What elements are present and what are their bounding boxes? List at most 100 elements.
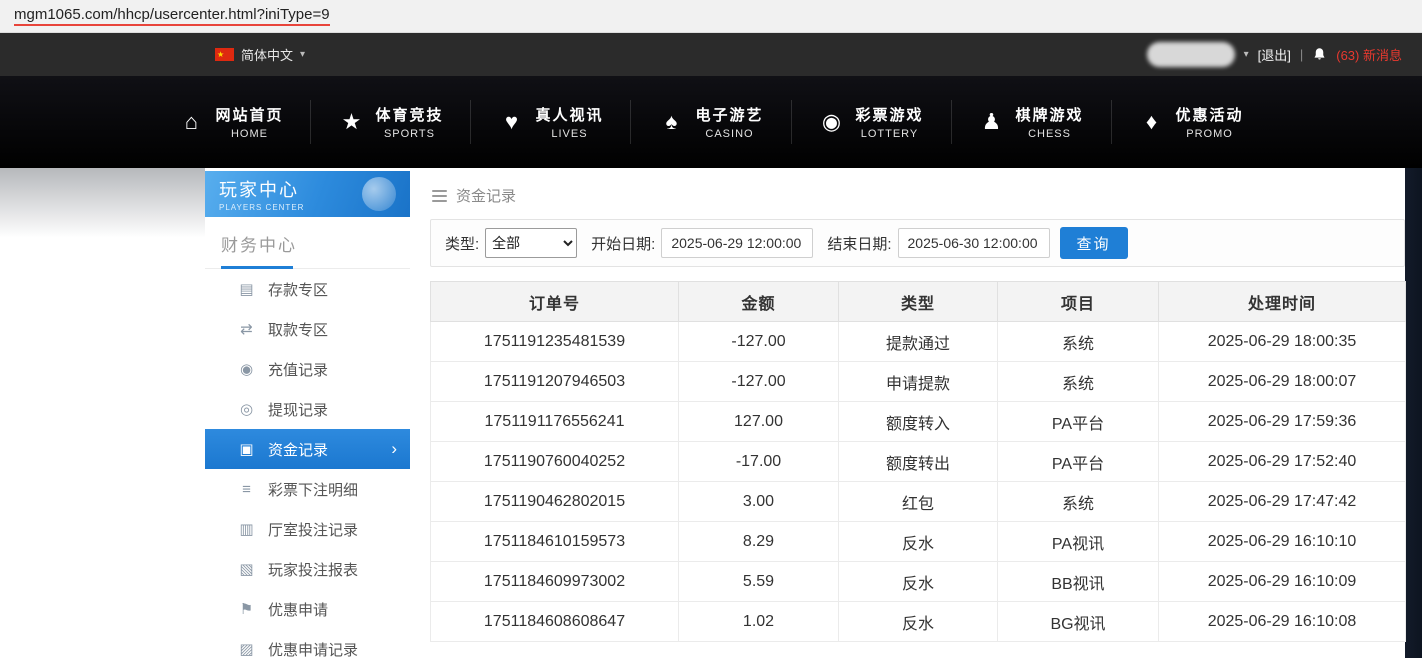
cell-amount: -127.00 xyxy=(679,322,839,362)
messages-link[interactable]: (63) 新消息 xyxy=(1336,45,1402,64)
cell-type: 反水 xyxy=(839,602,998,642)
promo-record-icon: ▨ xyxy=(238,640,255,658)
report-icon: ▧ xyxy=(238,560,255,578)
sidebar-item-label: 优惠申请 xyxy=(268,599,328,620)
sidebar-item-funds-log[interactable]: ▣ 资金记录 › xyxy=(205,429,410,469)
nav-item-home[interactable]: ⌂ 网站首页HOME xyxy=(151,100,310,144)
cell-type: 提款通过 xyxy=(839,322,998,362)
language-label: 简体中文 xyxy=(241,45,293,64)
col-order-id: 订单号 xyxy=(431,282,679,322)
cell-amount: 1.02 xyxy=(679,602,839,642)
cell-order-id: 1751191176556241 xyxy=(431,402,679,442)
cell-amount: 8.29 xyxy=(679,522,839,562)
type-label: 类型: xyxy=(445,233,479,254)
nav-item-lives[interactable]: ♥ 真人视讯LIVES xyxy=(470,100,630,144)
messages-label: 新消息 xyxy=(1363,48,1402,63)
table-row: 1751184610159573 8.29 反水 PA视讯 2025-06-29… xyxy=(431,522,1406,562)
cell-project: PA视讯 xyxy=(998,522,1159,562)
nav-label: 电子游艺 xyxy=(695,104,763,125)
col-amount: 金额 xyxy=(679,282,839,322)
cell-type: 反水 xyxy=(839,522,998,562)
nav-item-sports[interactable]: ★ 体育竞技SPORTS xyxy=(310,100,470,144)
nav-item-promo[interactable]: ♦ 优惠活动PROMO xyxy=(1111,100,1271,144)
sidebar-item-withdraw-log[interactable]: ◎ 提现记录 xyxy=(205,389,410,429)
filter-panel: 类型: 全部 开始日期: 结束日期: 查询 xyxy=(430,219,1405,267)
cell-project: BG视讯 xyxy=(998,602,1159,642)
nav-item-casino[interactable]: ♠ 电子游艺CASINO xyxy=(630,100,790,144)
start-date-input[interactable] xyxy=(661,228,813,258)
page-url[interactable]: mgm1065.com/hhcp/usercenter.html?iniType… xyxy=(14,6,330,26)
chevron-down-icon: ▾ xyxy=(300,49,305,60)
sidebar-item-promo-record[interactable]: ▨ 优惠申请记录 xyxy=(205,629,410,658)
chevron-right-icon: › xyxy=(391,439,397,459)
end-date-input[interactable] xyxy=(898,228,1050,258)
sidebar-item-label: 取款专区 xyxy=(268,319,328,340)
cell-amount: 127.00 xyxy=(679,402,839,442)
browser-url-bar[interactable]: mgm1065.com/hhcp/usercenter.html?iniType… xyxy=(0,0,1422,33)
sidebar-item-withdraw-zone[interactable]: ⇄ 取款专区 xyxy=(205,309,410,349)
sidebar-item-label: 提现记录 xyxy=(268,399,328,420)
funds-icon: ▣ xyxy=(238,440,255,458)
sidebar-item-player-report[interactable]: ▧ 玩家投注报表 xyxy=(205,549,410,589)
language-selector[interactable]: ★ 简体中文 ▾ xyxy=(215,45,305,64)
page: mgm1065.com/hhcp/usercenter.html?iniType… xyxy=(0,0,1422,658)
nav-sublabel: LIVES xyxy=(551,128,587,140)
sidebar-item-promo-apply[interactable]: ⚑ 优惠申请 xyxy=(205,589,410,629)
sidebar-item-lottery-bets[interactable]: ≡ 彩票下注明细 xyxy=(205,469,410,509)
menu-icon xyxy=(432,190,447,202)
recharge-icon: ◉ xyxy=(238,360,255,378)
sidebar-item-hall-bets[interactable]: ▥ 厅室投注记录 xyxy=(205,509,410,549)
cell-amount: 5.59 xyxy=(679,562,839,602)
cell-project: 系统 xyxy=(998,482,1159,522)
divider: | xyxy=(1300,47,1303,62)
sidebar: 玩家中心 PLAYERS CENTER 财务中心 ▤ 存款专区 ⇄ 取款专区 ◉… xyxy=(205,171,410,658)
sidebar-item-label: 存款专区 xyxy=(268,279,328,300)
promo-apply-icon: ⚑ xyxy=(238,600,255,618)
start-date-label: 开始日期: xyxy=(591,233,655,254)
china-flag-icon: ★ xyxy=(215,48,234,61)
nav-sublabel: PROMO xyxy=(1186,128,1233,140)
nav-sublabel: SPORTS xyxy=(384,128,435,140)
table-row: 1751190462802015 3.00 红包 系统 2025-06-29 1… xyxy=(431,482,1406,522)
cell-order-id: 1751184608608647 xyxy=(431,602,679,642)
chevron-down-icon[interactable]: ▾ xyxy=(1244,49,1249,60)
col-type: 类型 xyxy=(839,282,998,322)
cell-type: 红包 xyxy=(839,482,998,522)
sidebar-item-label: 优惠申请记录 xyxy=(268,639,358,658)
cell-type: 额度转入 xyxy=(839,402,998,442)
chess-icon: ♟ xyxy=(979,109,1005,135)
sidebar-item-deposit[interactable]: ▤ 存款专区 xyxy=(205,269,410,309)
gift-icon: ♦ xyxy=(1139,109,1165,135)
cell-order-id: 1751184609973002 xyxy=(431,562,679,602)
nav-label: 体育竞技 xyxy=(375,104,443,125)
cell-project: 系统 xyxy=(998,322,1159,362)
page-title: 资金记录 xyxy=(456,185,516,206)
breadcrumb: 资金记录 xyxy=(430,168,1405,219)
cell-time: 2025-06-29 16:10:09 xyxy=(1159,562,1406,602)
nav-item-chess[interactable]: ♟ 棋牌游戏CHESS xyxy=(951,100,1111,144)
logout-link[interactable]: [退出] xyxy=(1258,45,1291,64)
cell-amount: -17.00 xyxy=(679,442,839,482)
username-blurred[interactable] xyxy=(1147,42,1235,67)
cell-order-id: 1751191235481539 xyxy=(431,322,679,362)
lottery-icon: ◉ xyxy=(819,109,845,135)
nav-item-lottery[interactable]: ◉ 彩票游戏LOTTERY xyxy=(791,100,951,144)
cell-time: 2025-06-29 16:10:08 xyxy=(1159,602,1406,642)
cell-time: 2025-06-29 17:52:40 xyxy=(1159,442,1406,482)
col-project: 项目 xyxy=(998,282,1159,322)
cell-time: 2025-06-29 18:00:35 xyxy=(1159,322,1406,362)
cell-order-id: 1751191207946503 xyxy=(431,362,679,402)
type-select[interactable]: 全部 xyxy=(485,228,577,258)
search-button[interactable]: 查询 xyxy=(1060,227,1128,259)
sidebar-title: 玩家中心 xyxy=(219,176,410,202)
account-bar: ★ 简体中文 ▾ ▾ [退出] | (63) 新消息 xyxy=(0,33,1422,76)
chip-icon: ♠ xyxy=(658,109,684,135)
cell-type: 反水 xyxy=(839,562,998,602)
cell-project: 系统 xyxy=(998,362,1159,402)
lottery-bets-icon: ≡ xyxy=(238,481,255,498)
bell-icon[interactable] xyxy=(1312,47,1327,62)
sidebar-item-recharge-log[interactable]: ◉ 充值记录 xyxy=(205,349,410,389)
sidebar-menu: ▤ 存款专区 ⇄ 取款专区 ◉ 充值记录 ◎ 提现记录 ▣ 资金记录 xyxy=(205,269,410,658)
cell-project: PA平台 xyxy=(998,402,1159,442)
sidebar-section-finance[interactable]: 财务中心 xyxy=(205,217,410,269)
